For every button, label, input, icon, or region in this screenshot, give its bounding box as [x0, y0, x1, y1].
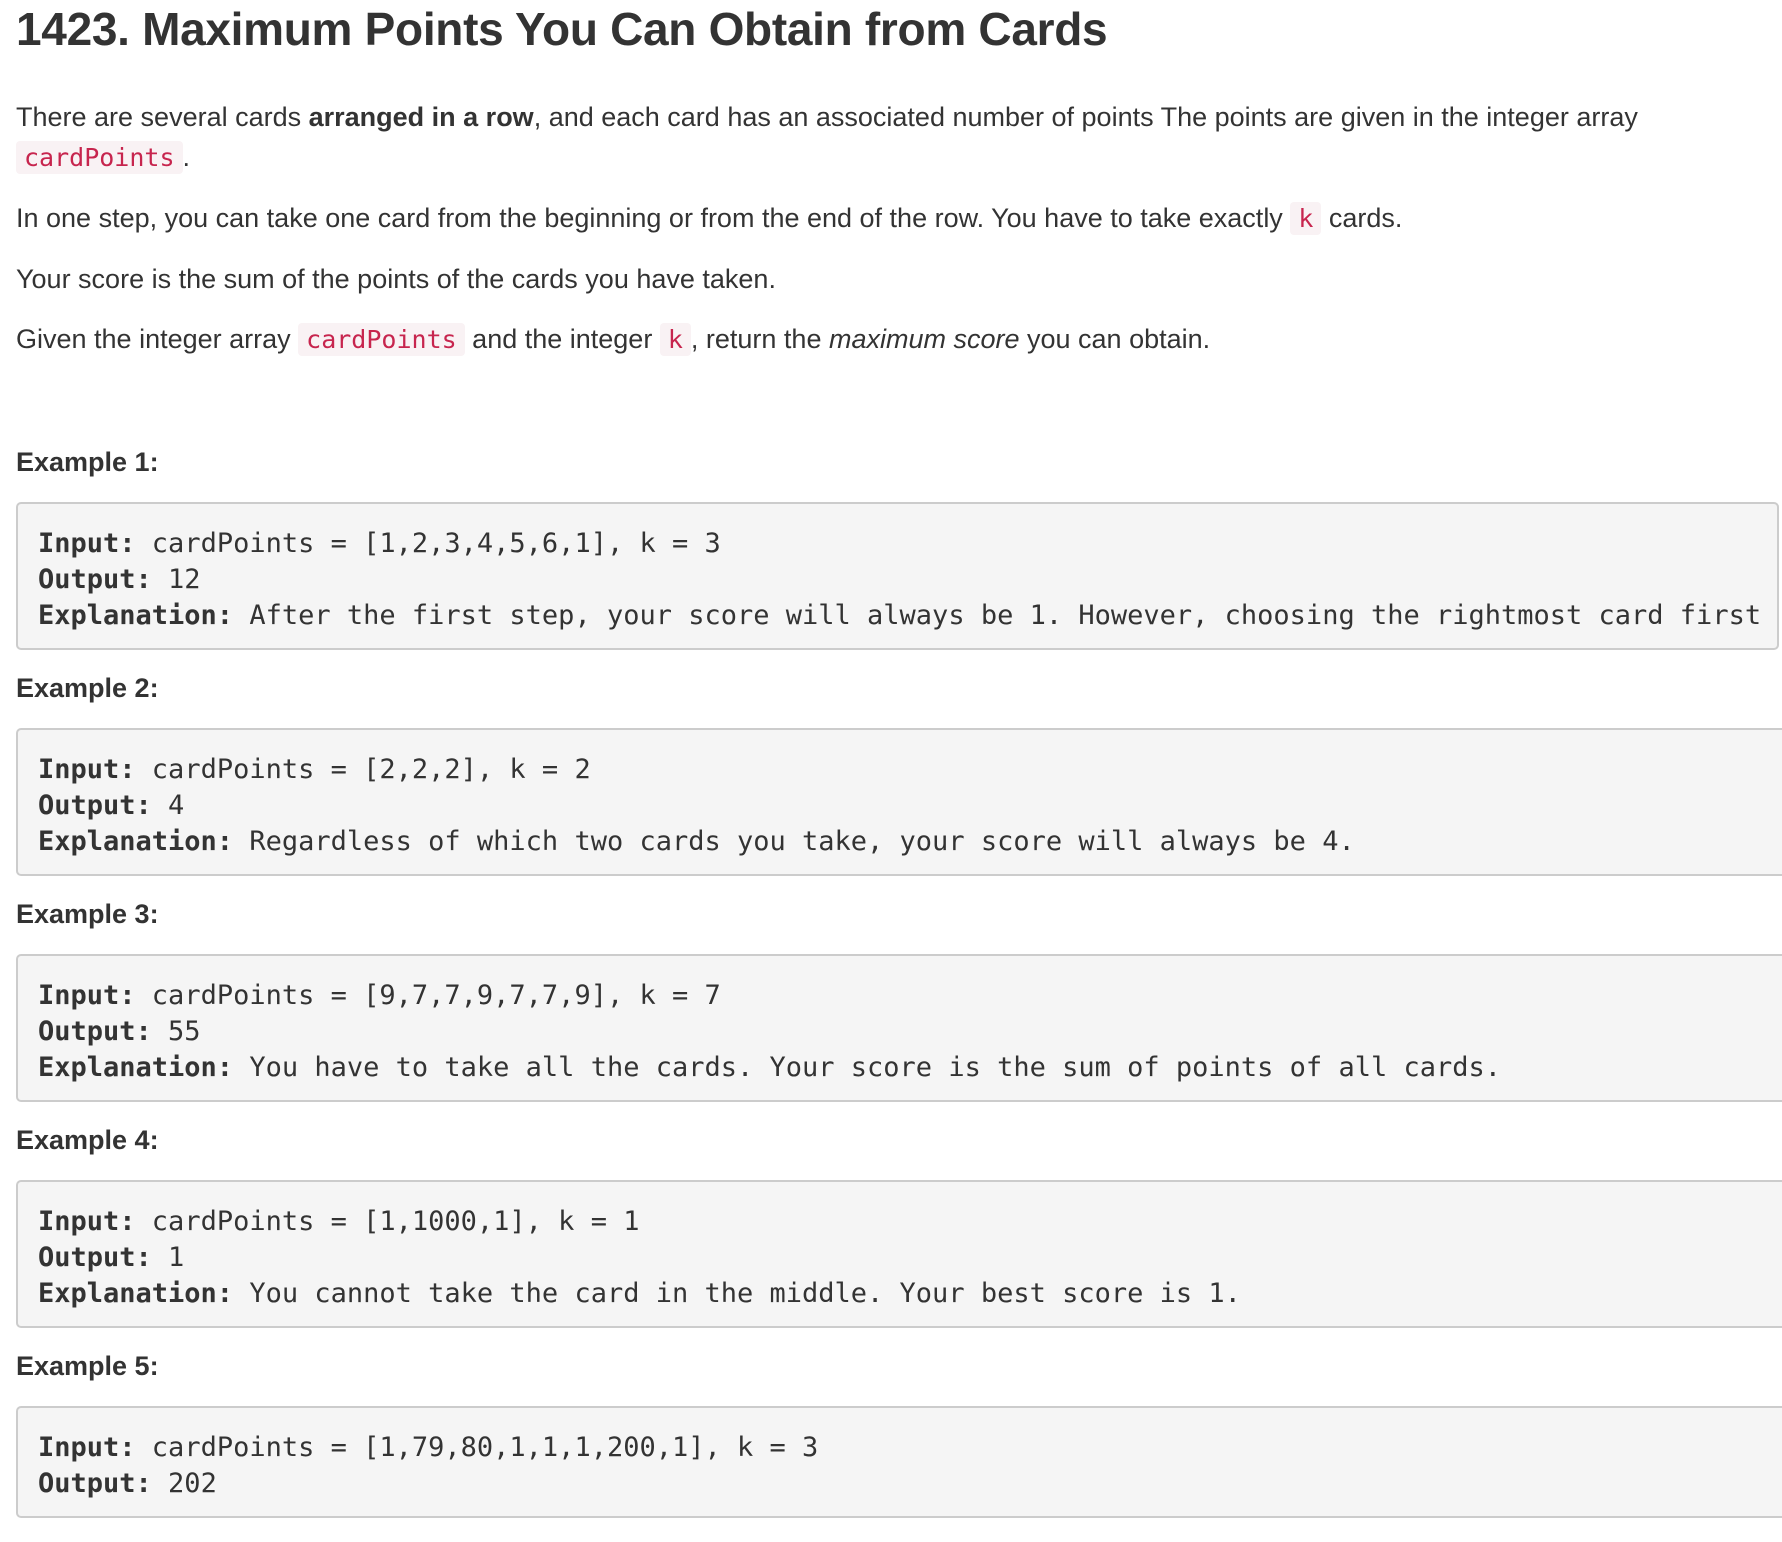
- example-heading: Example 4:: [16, 1125, 159, 1155]
- bold-text: arranged in a row: [308, 102, 534, 132]
- example-5: Example 5: Input: cardPoints = [1,79,80,…: [16, 1346, 1782, 1518]
- output-label: Output:: [38, 1242, 152, 1273]
- input-value: cardPoints = [2,2,2], k = 2: [135, 754, 591, 785]
- text: .: [182, 142, 191, 172]
- example-code-block: Input: cardPoints = [1,1000,1], k = 1 Out…: [16, 1180, 1782, 1328]
- input-label: Input:: [38, 528, 136, 559]
- text: , return the: [690, 324, 829, 354]
- output-value: 55: [151, 1016, 201, 1047]
- input-line: Input: cardPoints = [2,2,2], k = 2: [38, 752, 1782, 788]
- explanation-line: Explanation: After the first step, your …: [38, 598, 1777, 634]
- input-value: cardPoints = [1,2,3,4,5,6,1], k = 3: [135, 528, 721, 559]
- inline-code: k: [659, 323, 691, 356]
- example-code-block: Input: cardPoints = [1,79,80,1,1,1,200,1…: [16, 1406, 1782, 1518]
- explanation-value: You cannot take the card in the middle. …: [233, 1278, 1241, 1309]
- example-3: Example 3: Input: cardPoints = [9,7,7,9,…: [16, 894, 1782, 1102]
- input-label: Input:: [38, 754, 136, 785]
- explanation-line: Explanation: You have to take all the ca…: [38, 1050, 1782, 1086]
- output-label: Output:: [38, 564, 152, 595]
- output-line: Output: 55: [38, 1014, 1782, 1050]
- output-line: Output: 12: [38, 562, 1777, 598]
- output-line: Output: 1: [38, 1240, 1782, 1276]
- explanation-value: Regardless of which two cards you take, …: [233, 826, 1355, 857]
- example-code-block: Input: cardPoints = [1,2,3,4,5,6,1], k =…: [16, 502, 1779, 650]
- description-paragraph-2: In one step, you can take one card from …: [16, 198, 1782, 239]
- input-value: cardPoints = [9,7,7,9,7,7,9], k = 7: [135, 980, 721, 1011]
- example-heading: Example 5:: [16, 1351, 159, 1381]
- input-line: Input: cardPoints = [9,7,7,9,7,7,9], k =…: [38, 978, 1782, 1014]
- example-heading: Example 1:: [16, 447, 159, 477]
- input-line: Input: cardPoints = [1,2,3,4,5,6,1], k =…: [38, 526, 1777, 562]
- inline-code: cardPoints: [16, 141, 183, 174]
- text: you can obtain.: [1019, 324, 1211, 354]
- text: , and each card has an associated number…: [533, 102, 1638, 132]
- example-code-block: Input: cardPoints = [9,7,7,9,7,7,9], k =…: [16, 954, 1782, 1102]
- explanation-line: Explanation: You cannot take the card in…: [38, 1276, 1782, 1312]
- inline-code: k: [1290, 202, 1322, 235]
- description-paragraph-1: There are several cards arranged in a ro…: [16, 97, 1676, 178]
- explanation-value: You have to take all the cards. Your sco…: [233, 1052, 1501, 1083]
- output-value: 1: [151, 1242, 185, 1273]
- output-line: Output: 4: [38, 788, 1782, 824]
- input-line: Input: cardPoints = [1,79,80,1,1,1,200,1…: [38, 1430, 1782, 1466]
- input-label: Input:: [38, 1432, 136, 1463]
- text: and the integer: [464, 324, 660, 354]
- example-heading: Example 3:: [16, 899, 159, 929]
- input-line: Input: cardPoints = [1,1000,1], k = 1: [38, 1204, 1782, 1240]
- example-1: Example 1: Input: cardPoints = [1,2,3,4,…: [16, 442, 1782, 650]
- output-value: 202: [151, 1468, 217, 1499]
- example-4: Example 4: Input: cardPoints = [1,1000,1…: [16, 1120, 1782, 1328]
- text: There are several cards: [16, 102, 309, 132]
- italic-text: maximum score: [828, 324, 1020, 354]
- explanation-line: Explanation: Regardless of which two car…: [38, 824, 1782, 860]
- output-line: Output: 202: [38, 1466, 1782, 1502]
- text: cards.: [1321, 203, 1403, 233]
- text: Given the integer array: [16, 324, 299, 354]
- description-paragraph-4: Given the integer array cardPoints and t…: [16, 319, 1782, 360]
- example-2: Example 2: Input: cardPoints = [2,2,2], …: [16, 668, 1782, 876]
- output-label: Output:: [38, 1016, 152, 1047]
- output-value: 4: [151, 790, 185, 821]
- explanation-label: Explanation:: [38, 1278, 234, 1309]
- input-label: Input:: [38, 980, 136, 1011]
- example-code-block: Input: cardPoints = [2,2,2], k = 2 Output…: [16, 728, 1782, 876]
- explanation-label: Explanation:: [38, 826, 234, 857]
- inline-code: cardPoints: [298, 323, 465, 356]
- output-value: 12: [151, 564, 201, 595]
- explanation-label: Explanation:: [38, 1052, 234, 1083]
- explanation-label: Explanation:: [38, 600, 234, 631]
- text: In one step, you can take one card from …: [16, 203, 1291, 233]
- description-paragraph-3: Your score is the sum of the points of t…: [16, 264, 776, 294]
- problem-page: 1423. Maximum Points You Can Obtain from…: [16, 0, 1782, 1536]
- output-label: Output:: [38, 1468, 152, 1499]
- input-value: cardPoints = [1,1000,1], k = 1: [135, 1206, 640, 1237]
- output-label: Output:: [38, 790, 152, 821]
- page-title: 1423. Maximum Points You Can Obtain from…: [16, 3, 1108, 55]
- example-heading: Example 2:: [16, 673, 159, 703]
- explanation-value: After the first step, your score will al…: [249, 600, 1762, 631]
- input-value: cardPoints = [1,79,80,1,1,1,200,1], k = …: [135, 1432, 819, 1463]
- input-label: Input:: [38, 1206, 136, 1237]
